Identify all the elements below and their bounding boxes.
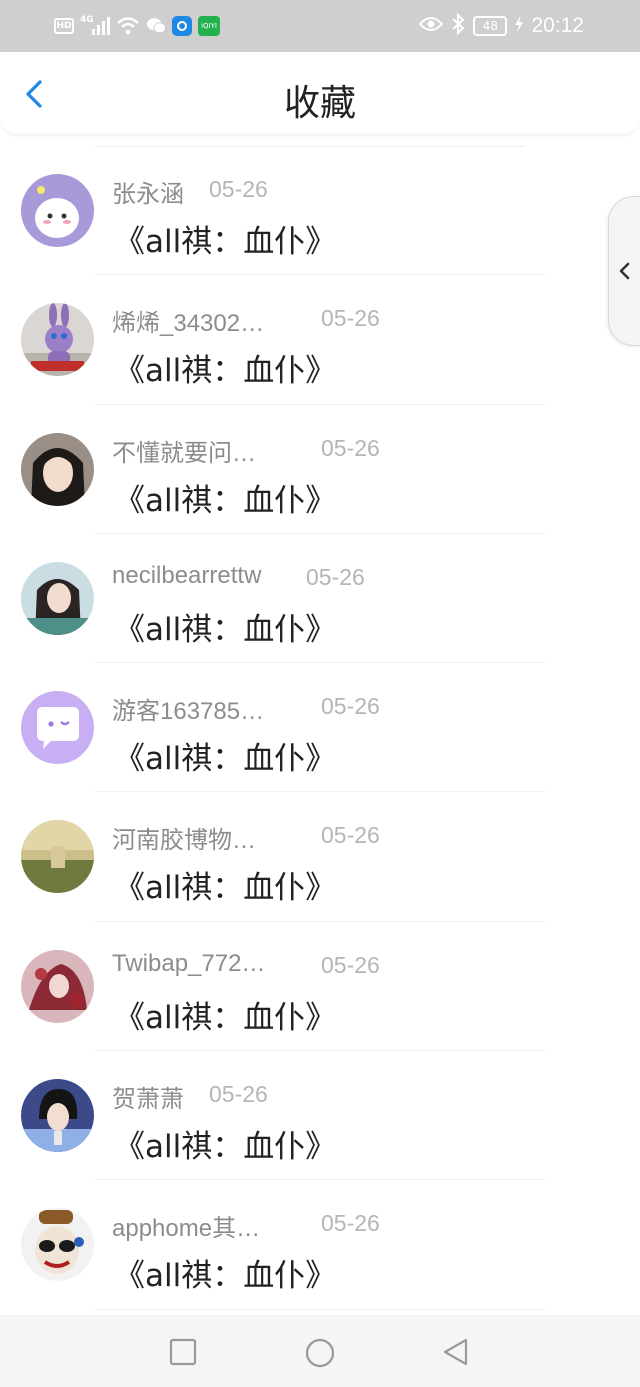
back-nav-button[interactable]	[440, 1337, 470, 1367]
item-author: 贺萧萧	[112, 1086, 184, 1114]
chevron-left-icon	[619, 262, 630, 280]
item-author: 烯烯_34302…	[112, 310, 265, 338]
system-nav-bar	[0, 1315, 640, 1387]
item-date: 05-26	[321, 822, 380, 849]
item-title[interactable]: 《all祺：血仆》	[114, 862, 336, 907]
item-author: 河南胶博物…	[112, 827, 256, 855]
avatar[interactable]	[21, 820, 94, 894]
item-author: Twibap_772…	[112, 949, 266, 977]
item-title[interactable]: 《all祺：血仆》	[114, 733, 336, 778]
item-title[interactable]: 《all祺：血仆》	[114, 992, 336, 1037]
divider	[95, 1308, 545, 1310]
item-author: 张永涵	[112, 181, 184, 208]
battery-icon: 48	[473, 16, 508, 36]
avatar[interactable]	[21, 561, 94, 635]
item-author: apphome其…	[112, 1215, 261, 1243]
iqiyi-icon: iQIYI	[198, 16, 220, 36]
side-drawer-tab[interactable]	[608, 196, 640, 346]
circle-icon	[305, 1338, 335, 1368]
item-title[interactable]: 《all祺：血仆》	[114, 345, 336, 390]
list-item[interactable]: 不懂就要问… 05-26 《all祺：血仆》	[0, 405, 640, 534]
status-bar: HD 4G iQIYI 48 20:12	[0, 0, 640, 52]
item-date: 05-26	[321, 1210, 380, 1237]
app-icon	[172, 16, 192, 36]
square-icon	[169, 1338, 197, 1366]
item-title[interactable]: 《all祺：血仆》	[114, 475, 336, 520]
list-item[interactable]: 烯烯_34302… 05-26 《all祺：血仆》	[0, 275, 640, 405]
item-author: 游客163785…	[112, 698, 265, 726]
item-title[interactable]: 《all祺：血仆》	[114, 1250, 336, 1295]
list-item[interactable]: 游客163785… 05-26 《all祺：血仆》	[0, 663, 640, 793]
hd-icon: HD	[54, 18, 74, 34]
item-title[interactable]: 《all祺：血仆》	[114, 604, 336, 649]
bluetooth-icon	[451, 12, 465, 39]
triangle-back-icon	[443, 1338, 468, 1366]
status-icons-left: HD 4G iQIYI	[54, 14, 220, 38]
app-header: 收藏	[0, 52, 640, 134]
avatar[interactable]	[21, 949, 94, 1023]
wechat-icon	[146, 15, 166, 37]
avatar[interactable]	[21, 1079, 94, 1153]
item-date: 05-26	[306, 563, 365, 590]
list-item[interactable]: Twibap_772… 05-26 《all祺：血仆》	[0, 922, 640, 1052]
item-date: 05-26	[321, 951, 380, 978]
avatar[interactable]	[21, 432, 94, 506]
list-item[interactable]: 贺萧萧 05-26 《all祺：血仆》	[0, 1051, 640, 1181]
item-date: 05-26	[321, 305, 380, 332]
eye-icon	[419, 16, 444, 36]
home-button[interactable]	[304, 1337, 335, 1368]
item-title[interactable]: 《all祺：血仆》	[114, 216, 336, 261]
avatar[interactable]	[21, 1208, 94, 1282]
page-title: 收藏	[283, 83, 356, 124]
favorites-list: 张永涵 05-26 《all祺：血仆》 烯烯_34302… 05-26 《all…	[0, 146, 640, 1310]
avatar[interactable]	[21, 174, 94, 247]
item-title[interactable]: 《all祺：血仆》	[114, 1121, 336, 1166]
recent-apps-button[interactable]	[168, 1337, 198, 1367]
list-item[interactable]: necilbearrettw 05-26 《all祺：血仆》	[0, 534, 640, 664]
item-author: necilbearrettw	[112, 561, 262, 589]
item-date: 05-26	[321, 434, 380, 461]
avatar[interactable]	[21, 691, 94, 765]
item-date: 05-26	[209, 1081, 268, 1108]
signal-icon: 4G	[80, 15, 110, 37]
list-item[interactable]: 张永涵 05-26 《all祺：血仆》	[0, 146, 640, 276]
status-icons-right: 48 20:12	[419, 12, 584, 40]
charging-icon	[515, 15, 524, 37]
wifi-icon	[116, 15, 140, 37]
item-date: 05-26	[321, 693, 380, 720]
list-item[interactable]: apphome其… 05-26 《all祺：血仆》	[0, 1180, 640, 1310]
list-item[interactable]: 河南胶博物… 05-26 《all祺：血仆》	[0, 792, 640, 922]
status-time: 20:12	[531, 14, 584, 37]
item-author: 不懂就要问…	[112, 439, 256, 467]
item-date: 05-26	[209, 176, 268, 202]
avatar[interactable]	[21, 303, 94, 377]
